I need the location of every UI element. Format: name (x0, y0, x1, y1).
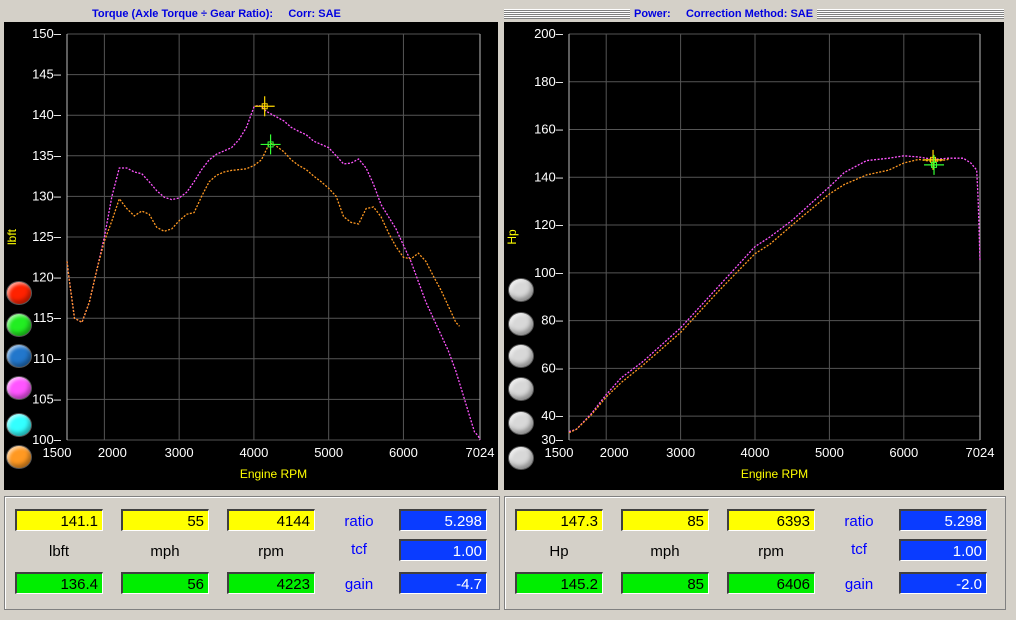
x-tick-label: 6000 (389, 445, 418, 460)
torque-ratio-value: 5.298 (399, 509, 487, 531)
x-tick-label: 2000 (98, 445, 127, 460)
cyan-trace-toggle[interactable] (7, 414, 31, 436)
torque-chart[interactable]: 150– 145– 140– 135– 130– 125– 120– 115– 110– 105–… (4, 22, 498, 490)
x-axis-label: Engine RPM (240, 467, 307, 481)
x-tick-label: 7024 (966, 445, 995, 460)
x-tick-label: 7024 (466, 445, 495, 460)
y-tick-label: 110– (33, 351, 62, 366)
power-trace-toggle-2[interactable] (509, 313, 533, 335)
blue-trace-toggle[interactable] (7, 345, 31, 367)
power-trace-toggle-6[interactable] (509, 447, 533, 469)
x-axis-label: Engine RPM (741, 467, 808, 481)
power-trace-toggle-4[interactable] (509, 378, 533, 400)
torque-cursor2-mph: 56 (121, 572, 209, 594)
torque-unit-label: lbft (48, 543, 69, 560)
y-tick-label: 120– (534, 217, 564, 232)
y-tick-label: 145– (32, 67, 62, 82)
power-chart-panel[interactable]: 200– 180– 160– 140– 120– 100– 80– 60– 40– 30– 1500… (504, 22, 1004, 490)
torque-readout-panel: 141.1 55 4144 lbft mph rpm 136.4 56 4223… (4, 496, 500, 610)
power-cursor2-rpm: 6406 (727, 572, 815, 594)
torque-cursor2-rpm: 4223 (227, 572, 315, 594)
y-tick-label: 140– (534, 169, 564, 184)
y-tick-label: 40– (541, 408, 563, 423)
torque-gain-value: -4.7 (399, 572, 487, 594)
power-ratio-label: ratio (844, 513, 874, 530)
torque-chart-panel[interactable]: 150– 145– 140– 135– 130– 125– 120– 115– 110– 105–… (4, 22, 498, 490)
torque-rpm-label: rpm (258, 543, 284, 560)
torque-cursor2-value: 136.4 (15, 572, 103, 594)
x-tick-label: 5000 (815, 445, 844, 460)
power-unit-label: Hp (549, 543, 569, 560)
power-trace-toggle-5[interactable] (509, 412, 533, 434)
power-rpm-label: rpm (758, 543, 784, 560)
power-cursor1-value: 147.3 (515, 509, 603, 531)
y-axis-label: lbft (5, 228, 19, 245)
power-title-bar: Power: Correction Method: SAE (504, 6, 1004, 22)
torque-cursor1-value: 141.1 (15, 509, 103, 531)
y-tick-label: 115– (33, 310, 62, 325)
y-tick-label: 180– (534, 74, 564, 89)
data-series-line-1 (568, 155, 981, 433)
green-trace-toggle[interactable] (7, 314, 31, 336)
power-ratio-value: 5.298 (899, 509, 987, 531)
y-tick-label: 125– (32, 229, 62, 244)
torque-title-bar: Torque (Axle Torque ÷ Gear Ratio): Corr:… (4, 6, 498, 22)
y-tick-label: 160– (534, 122, 564, 137)
torque-cursor1-mph: 55 (121, 509, 209, 531)
x-tick-label: 5000 (314, 445, 343, 460)
y-tick-label: 105– (32, 391, 62, 406)
red-trace-toggle[interactable] (7, 282, 31, 304)
power-chart[interactable]: 200–180–160–140–120–100–80–60–40–30–1500… (504, 22, 1004, 490)
power-trace-toggle-1[interactable] (509, 279, 533, 301)
power-trace-toggle-3[interactable] (509, 345, 533, 367)
y-tick-label: 120– (32, 270, 62, 285)
power-cursor1-rpm: 6393 (727, 509, 815, 531)
y-tick-label: 80– (541, 313, 563, 328)
y-tick-label: 100– (534, 265, 564, 280)
orange-trace-toggle[interactable] (7, 446, 31, 468)
y-tick-label: 150– (32, 26, 62, 41)
magenta-trace-toggle[interactable] (7, 377, 31, 399)
x-tick-label: 4000 (239, 445, 268, 460)
power-cursor1-mph: 85 (621, 509, 709, 531)
power-gain-value: -2.0 (899, 572, 987, 594)
x-tick-label: 1500 (43, 445, 72, 460)
torque-tcf-value: 1.00 (399, 539, 487, 561)
torque-mph-label: mph (150, 543, 180, 560)
power-tcf-value: 1.00 (899, 539, 987, 561)
x-tick-label: 1500 (545, 445, 574, 460)
power-cursor2-mph: 85 (621, 572, 709, 594)
y-tick-label: 200– (534, 26, 564, 41)
torque-ratio-label: ratio (344, 513, 374, 530)
torque-title: Torque (Axle Torque ÷ Gear Ratio): Corr:… (88, 6, 345, 22)
torque-cursor1-rpm: 4144 (227, 509, 315, 531)
x-tick-label: 3000 (666, 445, 695, 460)
torque-tcf-label: tcf (351, 541, 367, 558)
power-tcf-label: tcf (851, 541, 867, 558)
power-mph-label: mph (650, 543, 680, 560)
power-gain-label: gain (844, 576, 874, 593)
x-tick-label: 2000 (600, 445, 629, 460)
power-cursor2-value: 145.2 (515, 572, 603, 594)
x-tick-label: 4000 (741, 445, 770, 460)
torque-gain-label: gain (344, 576, 374, 593)
data-series-line-2 (568, 158, 949, 434)
x-tick-label: 3000 (165, 445, 194, 460)
power-readout-panel: 147.3 85 6393 Hp mph rpm 145.2 85 6406 r… (504, 496, 1006, 610)
power-title: Power: Correction Method: SAE (630, 6, 818, 22)
x-tick-label: 6000 (889, 445, 918, 460)
y-tick-label: 60– (541, 360, 563, 375)
y-tick-label: 130– (32, 188, 62, 203)
y-axis-label: Hp (505, 229, 519, 245)
y-tick-label: 140– (32, 107, 62, 122)
y-tick-label: 135– (32, 148, 62, 163)
data-series-line-2 (66, 142, 460, 327)
